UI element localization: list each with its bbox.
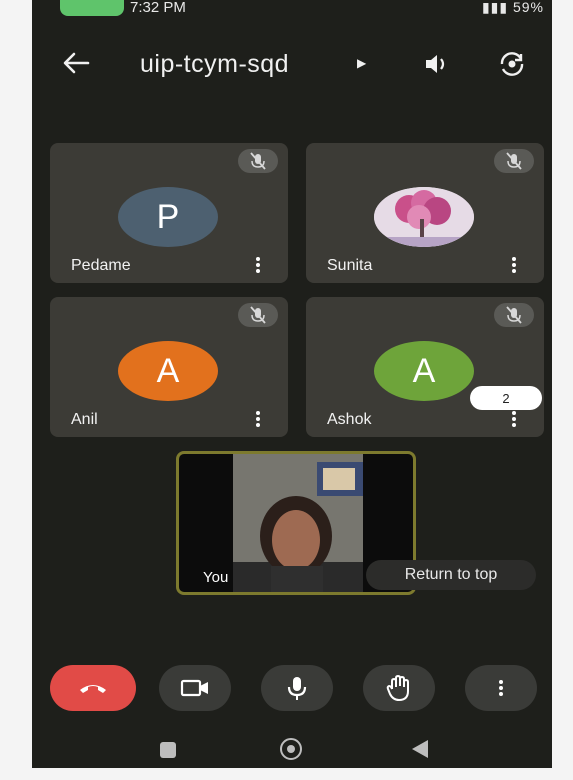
back-arrow-icon[interactable] — [58, 48, 94, 78]
more-vert-icon — [497, 678, 505, 698]
participant-name: Ashok — [327, 411, 372, 428]
participant-tile[interactable]: Sunita — [306, 143, 544, 283]
mic-off-icon — [494, 149, 534, 173]
mic-toggle-button[interactable] — [261, 665, 333, 711]
more-options-button[interactable] — [465, 665, 537, 711]
status-time: 7:32 PM — [130, 0, 186, 16]
self-video — [233, 454, 363, 592]
meeting-code[interactable]: uip-tcym-sqd — [140, 50, 289, 79]
mic-off-icon — [238, 303, 278, 327]
participant-name: Anil — [71, 411, 98, 428]
caret-right-icon[interactable]: ▶ — [357, 56, 366, 70]
video-icon — [180, 679, 208, 697]
participant-tile[interactable]: A Anil — [50, 297, 288, 437]
avatar: A — [374, 341, 474, 401]
avatar: A — [118, 341, 218, 401]
more-vert-icon[interactable] — [510, 255, 518, 275]
meeting-header: uip-tcym-sqd ▶ — [32, 36, 552, 92]
participant-tile[interactable]: A Ashok — [306, 297, 544, 437]
status-bar: 7:32 PM ▮▮▮ 59% — [32, 0, 552, 22]
end-call-icon — [80, 685, 106, 693]
avatar: P — [118, 187, 218, 247]
signal-icon: ▮▮▮ — [481, 0, 509, 15]
ongoing-call-pill[interactable] — [60, 0, 124, 16]
recents-icon[interactable] — [160, 742, 176, 758]
battery-level: 59% — [512, 0, 544, 15]
android-nav-bar — [32, 733, 552, 768]
participant-tile[interactable]: P Pedame — [50, 143, 288, 283]
status-icons: ▮▮▮ 59% — [482, 0, 544, 16]
avatar — [374, 187, 474, 247]
phone-screen: 7:32 PM ▮▮▮ 59% uip-tcym-sqd ▶ P Pedame — [32, 0, 552, 768]
mic-icon — [287, 677, 307, 700]
mic-off-icon — [494, 303, 534, 327]
self-label: You — [203, 569, 229, 586]
raise-hand-button[interactable] — [363, 665, 435, 711]
tree-photo-avatar — [374, 187, 474, 247]
hidden-participants-count[interactable]: 2 — [470, 386, 542, 410]
speaker-icon[interactable] — [422, 50, 452, 78]
more-vert-icon[interactable] — [254, 409, 262, 429]
end-call-button[interactable] — [50, 665, 136, 711]
camera-toggle-button[interactable] — [159, 665, 231, 711]
participant-name: Pedame — [71, 257, 131, 274]
home-icon[interactable] — [280, 738, 302, 760]
raise-hand-icon — [386, 675, 409, 701]
back-nav-icon[interactable] — [412, 740, 428, 758]
mic-off-icon — [238, 149, 278, 173]
more-vert-icon[interactable] — [254, 255, 262, 275]
more-vert-icon[interactable] — [510, 409, 518, 429]
participant-name: Sunita — [327, 257, 373, 274]
return-to-top-button[interactable]: Return to top — [366, 560, 536, 590]
camera-flip-icon[interactable] — [496, 48, 528, 80]
